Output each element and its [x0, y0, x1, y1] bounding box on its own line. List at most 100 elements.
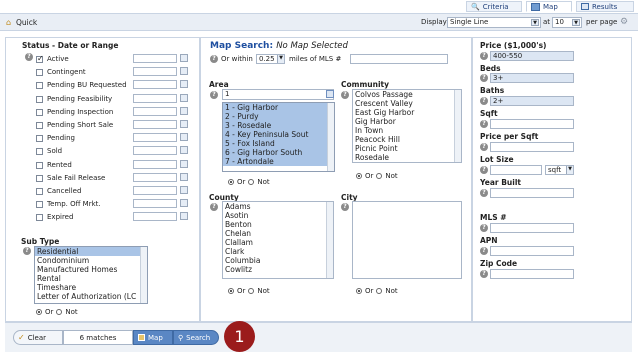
or-radio[interactable] [228, 179, 234, 185]
list-item[interactable]: Picnic Point [353, 144, 461, 153]
status-checkbox[interactable] [36, 68, 43, 76]
tab-results[interactable]: Results [576, 1, 634, 12]
beds-input[interactable]: 3+ [490, 73, 574, 83]
status-date-input[interactable] [133, 80, 177, 89]
calendar-icon[interactable] [180, 173, 188, 181]
calendar-icon[interactable] [180, 160, 188, 168]
status-date-input[interactable] [133, 186, 177, 195]
help-icon[interactable]: ? [480, 166, 488, 174]
scrollbar[interactable] [140, 247, 147, 303]
calendar-icon[interactable] [180, 54, 188, 62]
quick-link[interactable]: Quick [16, 18, 37, 27]
list-item[interactable]: 7 - Artondale [223, 157, 334, 166]
calendar-icon[interactable] [180, 67, 188, 75]
list-item[interactable]: East Gig Harbor [353, 108, 461, 117]
lot-size-input[interactable] [490, 165, 542, 175]
help-icon[interactable]: ? [23, 247, 31, 255]
status-checkbox[interactable] [36, 54, 44, 63]
price-input[interactable]: 400-550 [490, 51, 574, 61]
calendar-icon[interactable] [180, 120, 188, 128]
list-item[interactable]: Benton [223, 220, 333, 229]
help-icon[interactable]: ? [210, 203, 218, 211]
list-item[interactable]: In Town [353, 126, 461, 135]
status-date-input[interactable] [133, 160, 177, 169]
list-item[interactable]: Clallam [223, 238, 333, 247]
status-checkbox[interactable] [36, 147, 43, 155]
lot-size-unit-select[interactable]: sqft ▼ [545, 165, 574, 175]
zip-input[interactable] [490, 269, 574, 279]
map-button[interactable]: Map [133, 330, 173, 345]
status-checkbox[interactable] [36, 174, 43, 182]
calendar-icon[interactable] [180, 133, 188, 141]
status-checkbox[interactable] [36, 134, 43, 142]
list-item[interactable]: Gig Harbor [353, 117, 461, 126]
price-per-sqft-input[interactable] [490, 142, 574, 152]
list-item[interactable]: Clark [223, 247, 333, 256]
per-page-select[interactable]: 10 ▼ [552, 17, 582, 28]
calendar-icon[interactable] [180, 199, 188, 207]
status-checkbox[interactable] [36, 95, 43, 103]
status-date-input[interactable] [133, 173, 177, 182]
status-checkbox[interactable] [36, 213, 43, 221]
status-checkbox[interactable] [36, 161, 43, 169]
calendar-icon[interactable] [180, 186, 188, 194]
status-checkbox[interactable] [36, 81, 43, 89]
apn-input[interactable] [490, 246, 574, 256]
help-icon[interactable]: ? [480, 247, 488, 255]
list-item[interactable]: Timeshare [35, 283, 147, 292]
or-radio[interactable] [356, 173, 362, 179]
baths-input[interactable]: 2+ [490, 96, 574, 106]
display-select[interactable]: Single Line ▼ [447, 17, 541, 28]
clear-button[interactable]: ✓ Clear [13, 330, 63, 345]
list-item[interactable]: Adams [223, 202, 333, 211]
list-item[interactable]: Rosedale [353, 153, 461, 162]
help-icon[interactable]: ? [480, 74, 488, 82]
community-list[interactable]: Colvos Passage Crescent Valley East Gig … [352, 89, 462, 163]
search-button[interactable]: ⚲ Search [173, 330, 219, 345]
calendar-icon[interactable] [180, 80, 188, 88]
status-date-input[interactable] [133, 133, 177, 142]
list-item[interactable]: Residential [35, 247, 147, 256]
list-item[interactable]: Colvos Passage [353, 90, 461, 99]
list-item[interactable]: Manufactured Homes [35, 265, 147, 274]
help-icon[interactable]: ? [480, 189, 488, 197]
list-item[interactable]: 6 - Gig Harbor South [223, 148, 334, 157]
status-date-input[interactable] [133, 94, 177, 103]
year-built-input[interactable] [490, 188, 574, 198]
list-item[interactable]: 1 - Gig Harbor [223, 103, 334, 112]
not-radio[interactable] [248, 288, 255, 294]
status-date-input[interactable] [133, 199, 177, 208]
status-checkbox[interactable] [36, 187, 43, 195]
map-search-title[interactable]: Map Search: No Map Selected [210, 41, 348, 51]
status-date-input[interactable] [133, 107, 177, 116]
status-checkbox[interactable] [36, 108, 43, 116]
or-radio[interactable] [228, 288, 234, 294]
calendar-icon[interactable] [180, 146, 188, 154]
or-radio[interactable] [36, 309, 42, 315]
not-radio[interactable] [376, 173, 383, 179]
tab-map[interactable]: Map [526, 1, 572, 12]
help-icon[interactable]: ? [480, 143, 488, 151]
map-search-link[interactable]: Map Search: [210, 41, 273, 51]
or-radio[interactable] [356, 288, 362, 294]
status-date-input[interactable] [133, 212, 177, 221]
help-icon[interactable]: ? [210, 55, 218, 63]
scrollbar[interactable] [454, 90, 461, 162]
city-list[interactable] [352, 201, 462, 279]
scrollbar[interactable] [327, 103, 334, 171]
help-icon[interactable]: ? [480, 97, 488, 105]
list-item[interactable]: 2 - Purdy [223, 112, 334, 121]
list-item[interactable]: Peacock Hill [353, 135, 461, 144]
sqft-input[interactable] [490, 119, 574, 129]
help-icon[interactable]: ? [210, 91, 218, 99]
calendar-icon[interactable] [180, 212, 188, 220]
list-item[interactable]: Chelan [223, 229, 333, 238]
list-item[interactable]: Crescent Valley [353, 99, 461, 108]
help-icon[interactable]: ? [480, 52, 488, 60]
not-radio[interactable] [376, 288, 383, 294]
status-date-input[interactable] [133, 54, 177, 63]
scrollbar[interactable] [326, 202, 333, 278]
subtype-list[interactable]: Residential Condominium Manufactured Hom… [34, 246, 148, 304]
miles-select[interactable]: 0.25 ▼ [256, 54, 285, 64]
list-item[interactable]: Condominium [35, 256, 147, 265]
